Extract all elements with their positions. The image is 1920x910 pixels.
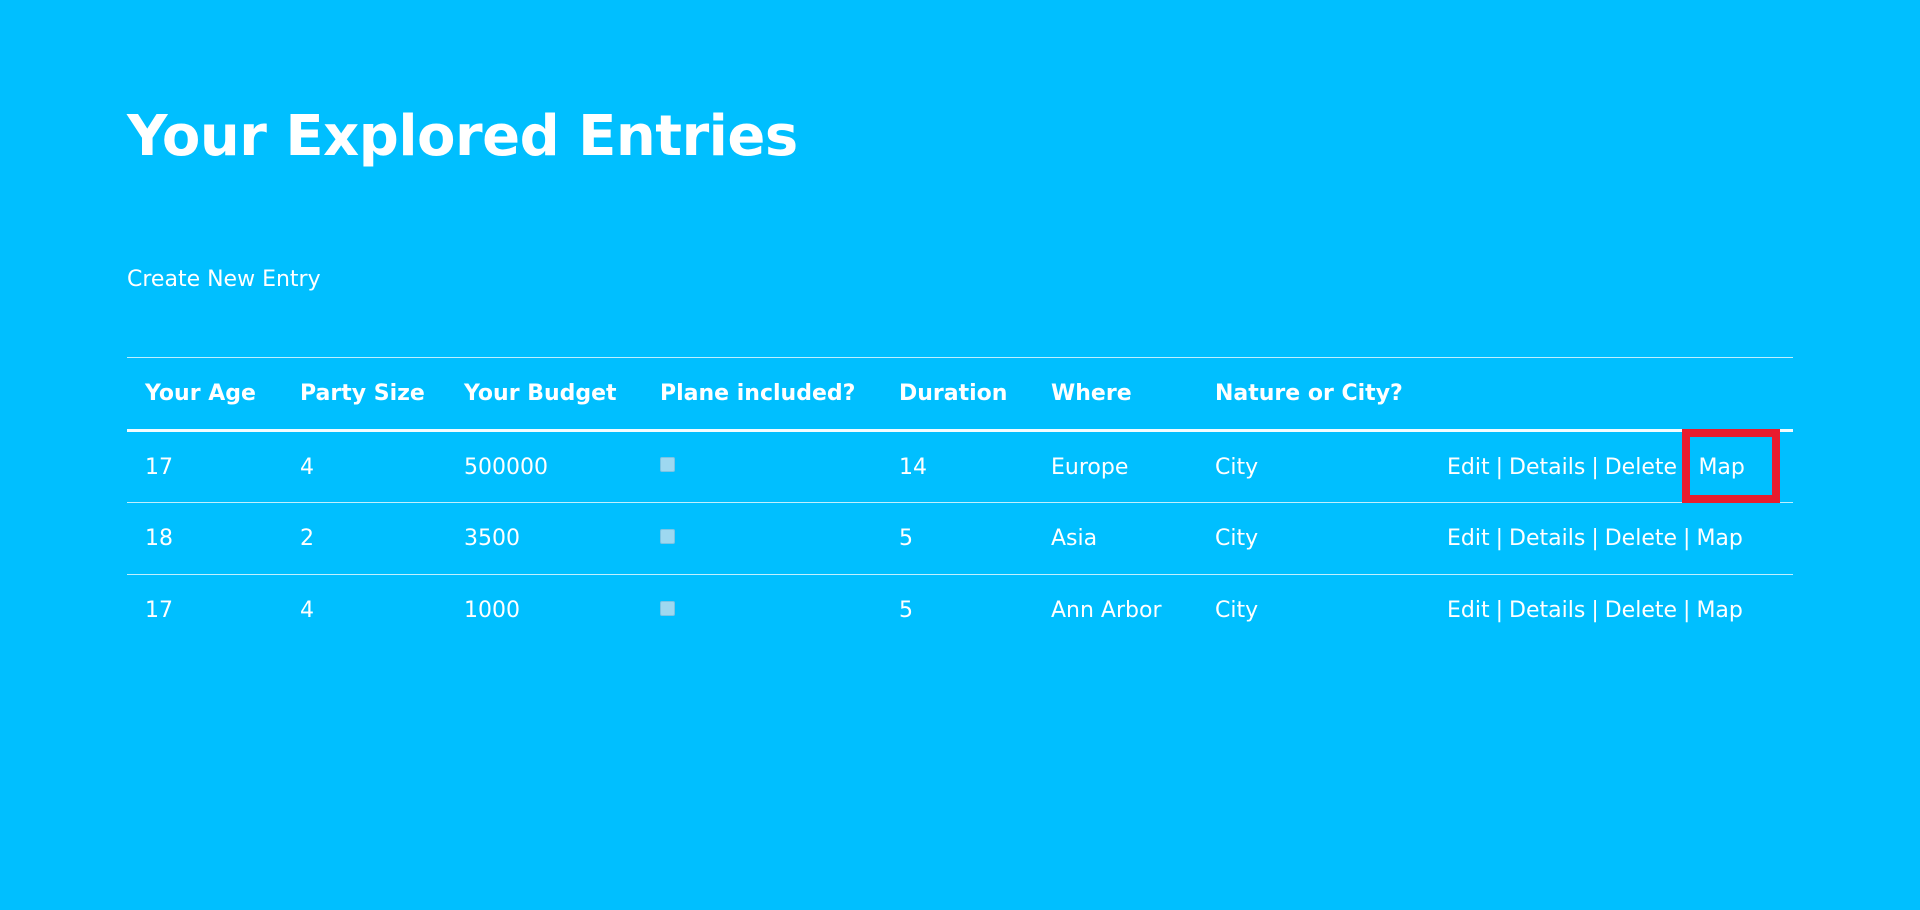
action-separator: | bbox=[1591, 598, 1599, 624]
edit-link[interactable]: Edit bbox=[1447, 455, 1490, 480]
create-new-entry-link[interactable]: Create New Entry bbox=[127, 267, 321, 292]
action-separator: | bbox=[1495, 454, 1504, 480]
map-link[interactable]: Map bbox=[1696, 598, 1742, 623]
header-row: Your Age Party Size Your Budget Plane in… bbox=[127, 357, 1793, 431]
cell-plane-included bbox=[642, 575, 881, 647]
cell-nature-or-city: City bbox=[1215, 526, 1259, 551]
table-header: Your Age Party Size Your Budget Plane in… bbox=[127, 357, 1793, 431]
entries-table-wrap: Your Age Party Size Your Budget Plane in… bbox=[127, 357, 1793, 647]
cell-where: Europe bbox=[1051, 454, 1129, 480]
cell-actions: Edit | Details | Delete | Map bbox=[1429, 503, 1793, 575]
delete-link[interactable]: Delete bbox=[1605, 455, 1677, 480]
action-separator: | bbox=[1683, 454, 1691, 480]
edit-link[interactable]: Edit bbox=[1447, 526, 1490, 551]
header-party-size: Party Size bbox=[300, 381, 425, 406]
header-nature-or-city: Nature or City? bbox=[1215, 381, 1403, 406]
action-separator: | bbox=[1591, 526, 1599, 551]
cell-party-size: 4 bbox=[300, 598, 314, 624]
cell-nature-or-city: City bbox=[1215, 454, 1259, 480]
details-link[interactable]: Details bbox=[1509, 526, 1585, 551]
action-separator: | bbox=[1683, 526, 1691, 551]
cell-duration: 5 bbox=[899, 526, 913, 551]
cell-party-size: 4 bbox=[300, 454, 314, 480]
action-separator: | bbox=[1495, 526, 1504, 551]
cell-budget: 1000 bbox=[464, 598, 520, 624]
plane-included-checkbox bbox=[660, 457, 675, 472]
edit-link[interactable]: Edit bbox=[1447, 598, 1490, 623]
map-link[interactable]: Map bbox=[1696, 526, 1742, 551]
delete-link[interactable]: Delete bbox=[1605, 598, 1677, 623]
cell-age: 18 bbox=[145, 526, 173, 551]
header-where: Where bbox=[1051, 381, 1132, 406]
map-link-highlighted[interactable]: Map bbox=[1682, 428, 1782, 503]
cell-nature-or-city: City bbox=[1215, 598, 1259, 624]
header-actions bbox=[1429, 358, 1793, 431]
header-plane-included: Plane included? bbox=[660, 381, 856, 406]
cell-duration: 14 bbox=[899, 454, 927, 480]
cell-where: Asia bbox=[1051, 526, 1098, 551]
header-your-budget: Your Budget bbox=[464, 381, 617, 406]
table-row: 18 2 3500 5 Asia City Edit | Details | Delet… bbox=[127, 503, 1793, 575]
plane-included-checkbox bbox=[660, 600, 675, 616]
cell-actions: Edit | Details | Delete | Map bbox=[1429, 575, 1793, 647]
details-link[interactable]: Details bbox=[1509, 455, 1585, 480]
cell-where: Ann Arbor bbox=[1051, 598, 1162, 624]
details-link[interactable]: Details bbox=[1509, 598, 1585, 623]
table-row: 17 4 1000 5 Ann Arbor City Edit | Details |… bbox=[127, 575, 1793, 647]
cell-budget: 3500 bbox=[464, 526, 520, 551]
cell-actions: Edit | Details | Delete | Map bbox=[1429, 428, 1793, 503]
cell-plane-included bbox=[642, 503, 881, 575]
page: Your Explored Entries Create New Entry Y… bbox=[0, 0, 1920, 910]
cell-plane-included bbox=[642, 431, 881, 503]
table-row: 17 4 500000 14 Europe City Edit | Details |… bbox=[127, 428, 1793, 503]
header-duration: Duration bbox=[899, 381, 1008, 406]
delete-link[interactable]: Delete bbox=[1605, 526, 1677, 551]
header-your-age: Your Age bbox=[145, 381, 256, 406]
action-separator: | bbox=[1591, 454, 1599, 480]
table-body: 17 4 500000 14 Europe City Edit | Details |… bbox=[127, 428, 1793, 647]
cell-age: 17 bbox=[145, 454, 173, 480]
page-title: Your Explored Entries bbox=[127, 104, 798, 169]
action-separator: | bbox=[1683, 598, 1691, 624]
entries-table: Your Age Party Size Your Budget Plane in… bbox=[127, 357, 1793, 647]
cell-duration: 5 bbox=[899, 598, 913, 624]
cell-party-size: 2 bbox=[300, 526, 314, 551]
cell-age: 17 bbox=[145, 598, 173, 624]
cell-budget: 500000 bbox=[464, 454, 548, 480]
action-separator: | bbox=[1495, 598, 1504, 624]
plane-included-checkbox bbox=[660, 528, 675, 544]
